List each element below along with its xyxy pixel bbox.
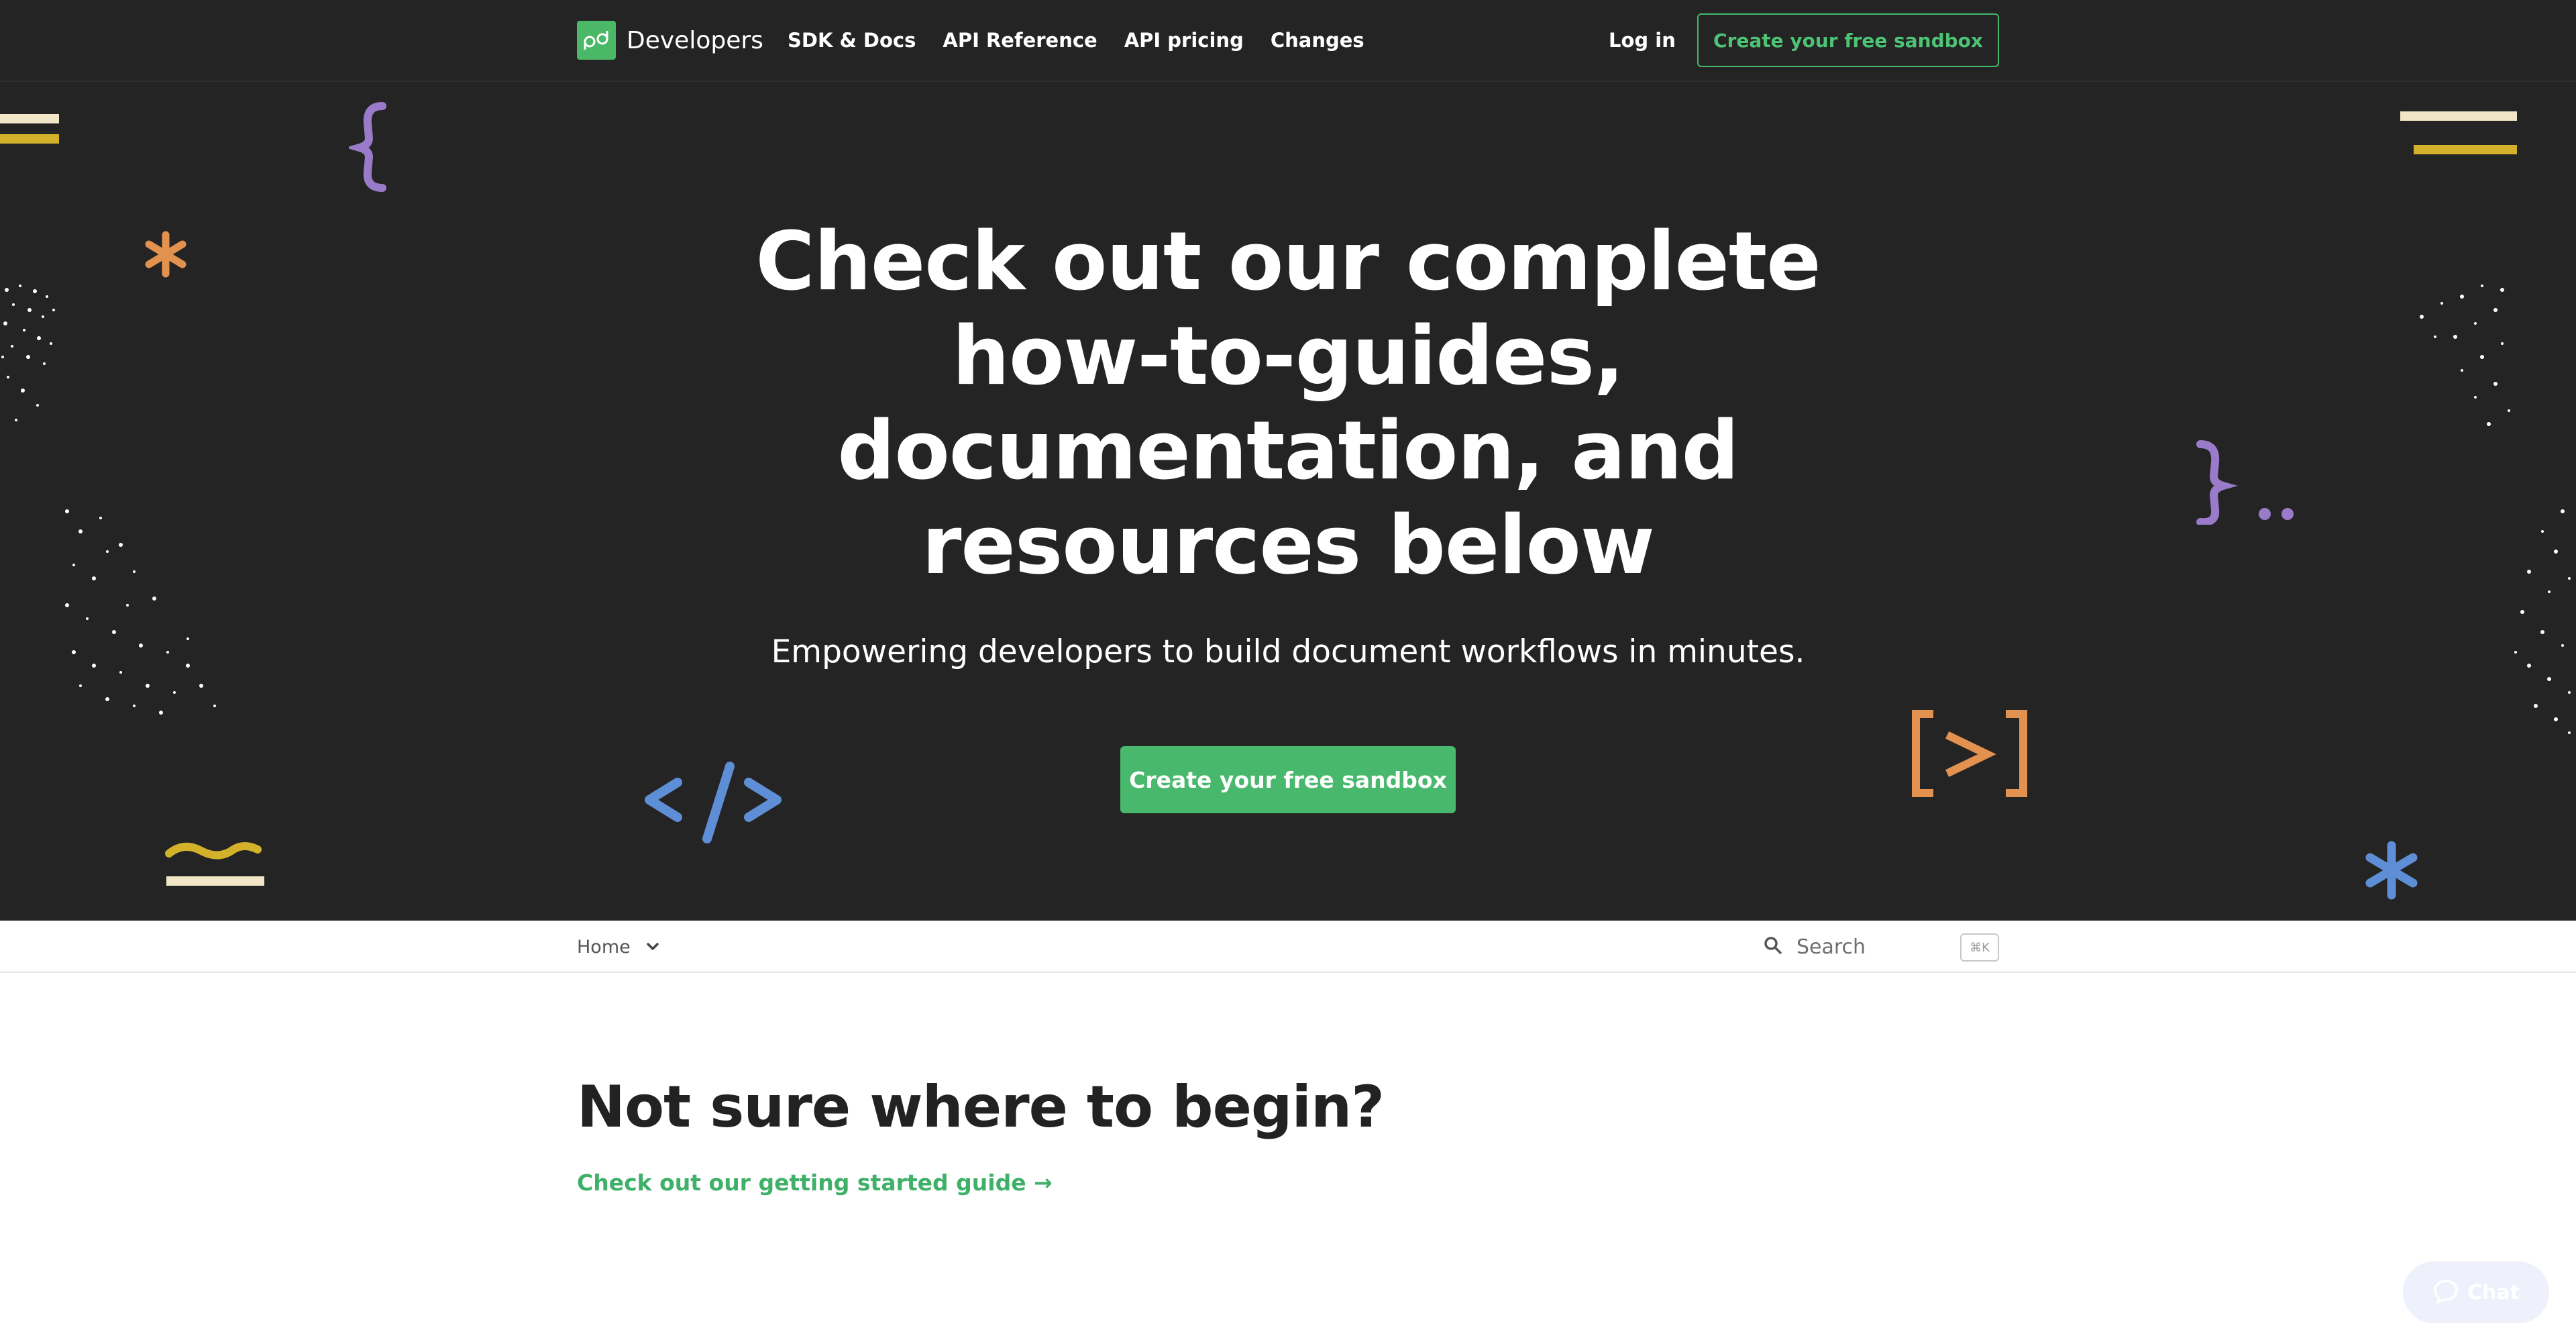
closing-brace-dots-icon [2196,440,2294,525]
breadcrumb-dropdown[interactable]: Home [577,921,660,973]
docs-subnav: Home Search ⌘K [0,921,2576,973]
blue-asterisk-icon [2365,841,2418,900]
login-link[interactable]: Log in [1609,0,1676,81]
top-navigation: Developers SDK & Docs API Reference API … [0,0,2576,82]
orange-asterisk-icon [145,231,186,278]
section-heading: Not sure where to begin? [577,1074,1385,1141]
hero-title: Check out our complete how-to-guides, do… [755,215,1821,592]
chat-label: Chat [2467,1280,2520,1304]
search-icon [1763,935,1783,958]
nav-link-api-reference[interactable]: API Reference [943,29,1097,52]
speckle-texture-right-bottom [2514,509,2571,734]
search-shortcut-badge: ⌘K [1960,933,1999,962]
tilde-equals-decoration [165,842,264,886]
brand-name: Developers [627,26,763,54]
yellow-dashes-right-decoration [2400,111,2517,154]
nav-link-sdk-docs[interactable]: SDK & Docs [788,29,916,52]
terminal-prompt-icon [1912,710,2027,797]
hero-section: Check out our complete how-to-guides, do… [0,82,2576,921]
pandadoc-logo-icon [577,21,616,60]
chat-bubble-icon [2432,1278,2459,1307]
brand-link[interactable]: Developers [577,21,763,60]
code-tag-icon [645,762,782,843]
nav-sandbox-button[interactable]: Create your free sandbox [1697,13,1999,67]
nav-link-changes[interactable]: Changes [1271,29,1364,52]
yellow-dashes-decoration [0,114,59,144]
hero-subtitle: Empowering developers to build document … [771,633,1805,670]
curly-brace-icon [349,102,386,192]
search-input[interactable]: Search [1796,935,1866,959]
chevron-down-icon [645,942,660,951]
nav-link-api-pricing[interactable]: API pricing [1124,29,1244,52]
chat-widget-button[interactable]: Chat [2403,1261,2549,1323]
hero-sandbox-button[interactable]: Create your free sandbox [1120,746,1456,813]
getting-started-link[interactable]: Check out our getting started guide → [577,1170,1053,1196]
speckle-texture-right-top [2420,285,2510,426]
primary-nav: SDK & Docs API Reference API pricing Cha… [788,0,1391,81]
speckle-texture-left-bottom [65,509,216,715]
search-box[interactable]: Search ⌘K [1763,921,1999,973]
breadcrumb-home: Home [577,936,631,958]
speckle-texture-left-top [1,285,55,421]
